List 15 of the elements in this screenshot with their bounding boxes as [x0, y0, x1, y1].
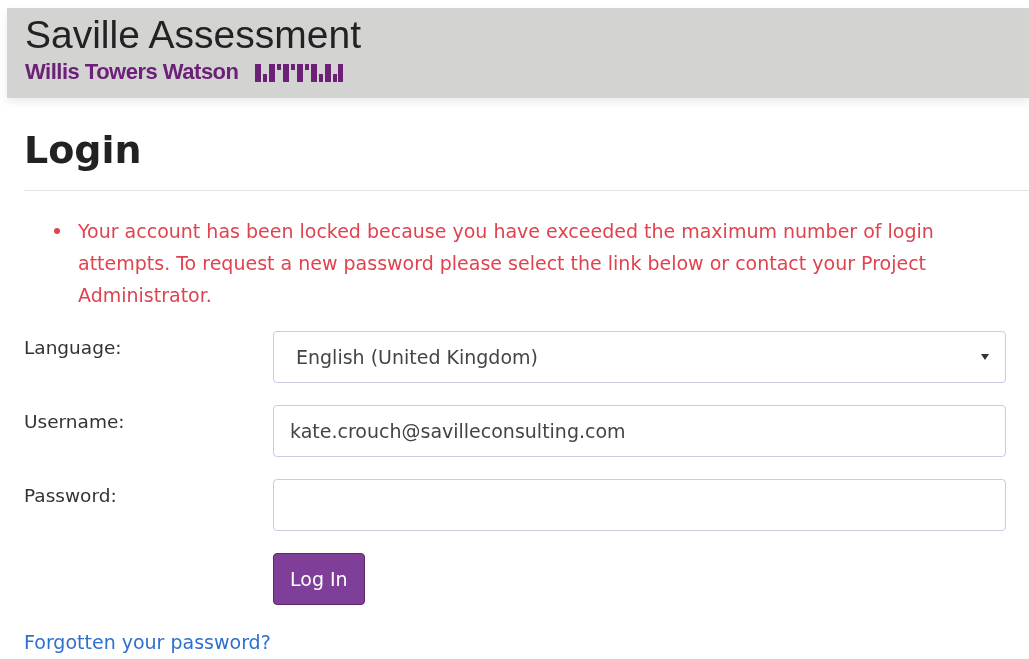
brand-name: Willis Towers Watson	[25, 59, 239, 85]
error-message: Your account has been locked because you have exceeded the maximum number of login attempts. To request a new password please select the link below or contact your Project Administrator.	[78, 219, 935, 308]
bullet-icon	[54, 228, 60, 234]
username-field[interactable]: kate.crouch@savilleconsulting.com	[273, 405, 1006, 457]
password-field[interactable]	[273, 479, 1006, 531]
page-heading: Login	[24, 127, 142, 174]
login-button[interactable]: Log In	[273, 553, 365, 605]
field-label: Password:	[24, 484, 118, 506]
forgot-password-link[interactable]: Forgotten your password?	[24, 631, 271, 653]
site-title: Saville Assessment	[25, 14, 361, 56]
field-label: Username:	[24, 410, 126, 432]
logo-icon	[254, 62, 343, 82]
caret-icon	[981, 354, 989, 360]
language-select[interactable]: English (United Kingdom)	[273, 331, 1006, 383]
field-label: Language:	[24, 336, 123, 358]
